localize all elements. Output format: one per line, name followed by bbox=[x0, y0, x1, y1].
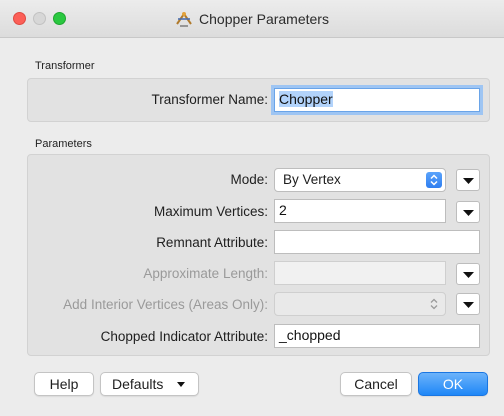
mode-options-button[interactable] bbox=[456, 169, 480, 191]
remnant-attribute-label: Remnant Attribute: bbox=[156, 235, 268, 250]
triangle-down-icon bbox=[463, 178, 474, 184]
mode-select[interactable]: By Vertex bbox=[274, 168, 446, 192]
chopped-indicator-value: _chopped bbox=[279, 327, 341, 343]
approximate-length-label: Approximate Length: bbox=[143, 266, 268, 281]
mode-value: By Vertex bbox=[283, 172, 341, 187]
interior-vertices-label: Add Interior Vertices (Areas Only): bbox=[63, 297, 268, 312]
transformer-name-label: Transformer Name: bbox=[151, 92, 268, 107]
defaults-button[interactable]: Defaults bbox=[100, 372, 199, 396]
cancel-button-label: Cancel bbox=[354, 376, 398, 392]
ok-button-label: OK bbox=[442, 376, 464, 392]
mode-label: Mode: bbox=[230, 172, 268, 187]
max-vertices-options-button[interactable] bbox=[456, 201, 480, 223]
cancel-button[interactable]: Cancel bbox=[340, 372, 412, 396]
title-bar: Chopper Parameters bbox=[0, 0, 504, 38]
triangle-down-icon bbox=[463, 302, 474, 308]
window-title: Chopper Parameters bbox=[199, 11, 329, 27]
ok-button[interactable]: OK bbox=[418, 372, 488, 396]
approximate-length-input[interactable] bbox=[274, 261, 446, 285]
max-vertices-input[interactable]: 2 bbox=[274, 199, 446, 223]
transformer-group-label: Transformer bbox=[35, 60, 95, 72]
chevron-down-icon bbox=[177, 381, 186, 387]
remnant-attribute-input[interactable] bbox=[274, 230, 480, 254]
transformer-name-input[interactable]: Chopper bbox=[274, 88, 480, 112]
chopper-parameters-dialog: Chopper Parameters Transformer Transform… bbox=[0, 0, 504, 416]
max-vertices-label: Maximum Vertices: bbox=[153, 204, 268, 219]
approximate-length-options-button[interactable] bbox=[456, 263, 480, 285]
parameters-group-label: Parameters bbox=[35, 138, 92, 150]
max-vertices-value: 2 bbox=[279, 202, 287, 218]
interior-vertices-stepper-icon bbox=[426, 296, 442, 312]
chopped-indicator-input[interactable]: _chopped bbox=[274, 324, 480, 348]
defaults-button-label: Defaults bbox=[112, 376, 164, 392]
chopped-indicator-label: Chopped Indicator Attribute: bbox=[100, 329, 268, 344]
help-button-label: Help bbox=[49, 376, 79, 392]
triangle-down-icon bbox=[463, 272, 474, 278]
transformer-name-value: Chopper bbox=[279, 91, 333, 107]
window-title-area: Chopper Parameters bbox=[0, 0, 504, 38]
chopper-transformer-icon bbox=[176, 12, 192, 27]
mode-stepper-icon bbox=[426, 172, 442, 188]
interior-vertices-options-button[interactable] bbox=[456, 293, 480, 315]
interior-vertices-select[interactable] bbox=[274, 292, 446, 316]
triangle-down-icon bbox=[463, 210, 474, 216]
help-button[interactable]: Help bbox=[34, 372, 94, 396]
